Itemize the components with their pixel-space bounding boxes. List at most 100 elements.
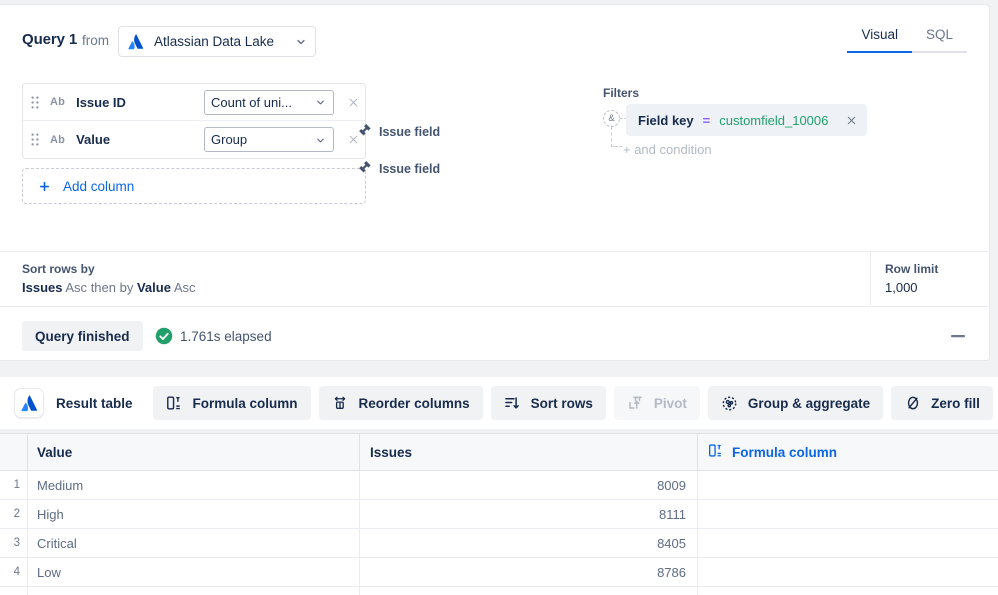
row-number: 1 [0,471,28,499]
table-row-partial[interactable] [0,587,998,595]
filter-row: & Field key = customfield_10006 + and co… [603,104,903,136]
chevron-down-icon [295,36,307,48]
collapse-panel-button[interactable] [950,329,966,343]
cell-formula[interactable] [698,558,998,586]
cell-issues[interactable]: 8009 [360,471,698,499]
cell-formula[interactable] [698,500,998,528]
columns-list: Ab Issue ID Count of uni... [22,83,366,159]
aggregation-select[interactable]: Count of uni... [204,90,334,115]
mode-tabs: Visual SQL [847,25,967,53]
row-limit-section[interactable]: Row limit 1,000 [870,252,988,306]
row-number: 4 [0,558,28,586]
drag-handle-icon[interactable] [31,133,41,147]
zero-fill-label: Zero fill [931,396,980,411]
sort-dir-1: Asc [65,280,87,295]
table-row[interactable]: 4 Low 8786 [0,558,998,587]
atlassian-logo-icon [127,33,145,51]
aggregation-value: Count of uni... [211,95,315,110]
atlassian-logo-icon [14,388,44,418]
sort-rows-section[interactable]: Sort rows by Issues Asc then by Value As… [0,252,870,306]
issue-field-icon [358,160,372,177]
remove-filter-button[interactable] [841,110,861,130]
aggregation-value: Group [211,132,315,147]
result-table: Value Issues Formula column 1 Medium 800… [0,433,998,595]
tab-visual[interactable]: Visual [847,25,912,51]
data-source-select[interactable]: Atlassian Data Lake [118,26,316,57]
column-header-formula[interactable]: Formula column [698,434,998,470]
tab-sql[interactable]: SQL [912,25,967,51]
formula-column-icon [166,395,183,412]
zero-fill-button[interactable]: Zero fill [891,386,993,420]
issue-field-icon [358,123,372,140]
remove-column-button[interactable] [343,92,363,112]
filter-chip[interactable]: Field key = customfield_10006 [626,104,867,136]
cell-value[interactable]: Low [28,558,360,586]
sort-rows-button[interactable]: Sort rows [491,386,606,420]
group-aggregate-button[interactable]: Group & aggregate [708,386,883,420]
table-header-row: Value Issues Formula column [0,434,998,471]
issue-field-label: Issue field [379,125,440,139]
filter-operator: = [703,113,711,128]
formula-column-header-label: Formula column [732,445,837,460]
query-status-badge[interactable]: Query finished [22,321,143,351]
sort-rows-icon [504,395,521,412]
filters-block: & Field key = customfield_10006 + and co… [603,83,903,136]
sort-rows-label: Sort rows [531,396,593,411]
sort-and-limit-strip: Sort rows by Issues Asc then by Value As… [0,251,988,307]
column-header-issues[interactable]: Issues [360,434,698,470]
row-limit-title: Row limit [885,262,988,276]
connector-elbow [611,146,622,147]
pivot-button: Pivot [614,386,700,420]
sort-field-2: Value [137,280,171,295]
sort-joiner: then by [91,280,134,295]
drag-handle-icon[interactable] [31,95,41,109]
cell-issues[interactable] [360,587,698,595]
table-row[interactable]: 3 Critical 8405 [0,529,998,558]
from-label: from [82,33,109,48]
pivot-label: Pivot [654,396,687,411]
add-and-condition-button[interactable]: + and condition [623,142,712,157]
cell-formula[interactable] [698,471,998,499]
aggregation-select[interactable]: Group [204,127,334,152]
table-row[interactable]: 2 High 8111 [0,500,998,529]
column-type-tag: Ab [50,96,65,108]
sort-dir-2: Asc [174,280,196,295]
column-type-tag: Ab [50,134,65,146]
row-number: 2 [0,500,28,528]
plus-icon [37,179,51,193]
result-table-indicator[interactable]: Result table [10,385,145,421]
column-name: Value [76,132,110,147]
query-header: Query 1 from Atlassian Data Lake Visual … [0,5,989,67]
query-card: Query 1 from Atlassian Data Lake Visual … [0,4,990,361]
query-builder-page: Query 1 from Atlassian Data Lake Visual … [0,0,998,595]
formula-column-label: Formula column [193,396,298,411]
cell-value[interactable]: Medium [28,471,360,499]
pivot-icon [627,395,644,412]
cell-value[interactable]: High [28,500,360,528]
column-row[interactable]: Ab Value Group [23,121,365,158]
connector-line [611,127,612,147]
cell-issues[interactable]: 8786 [360,558,698,586]
sort-field-1: Issues [22,280,62,295]
result-toolbar: Result table Formula column Reorder colu… [0,377,998,429]
cell-issues[interactable]: 8111 [360,500,698,528]
formula-column-button[interactable]: Formula column [153,386,311,420]
reorder-columns-icon [332,395,349,412]
cell-issues[interactable]: 8405 [360,529,698,557]
issue-field-label: Issue field [379,162,440,176]
filter-value: customfield_10006 [719,113,828,128]
add-column-button[interactable]: Add column [22,168,366,204]
reorder-columns-label: Reorder columns [359,396,470,411]
cell-value[interactable]: Critical [28,529,360,557]
table-row[interactable]: 1 Medium 8009 [0,471,998,500]
result-table-label: Result table [56,396,133,411]
chevron-down-icon [315,134,327,146]
cell-formula[interactable] [698,587,998,595]
reorder-columns-button[interactable]: Reorder columns [319,386,483,420]
cell-formula[interactable] [698,529,998,557]
column-header-value[interactable]: Value [28,434,360,470]
filter-connector[interactable]: & [603,110,620,127]
issue-field-tag: Issue field [358,123,440,140]
column-row[interactable]: Ab Issue ID Count of uni... [23,84,365,121]
cell-value[interactable] [28,587,360,595]
